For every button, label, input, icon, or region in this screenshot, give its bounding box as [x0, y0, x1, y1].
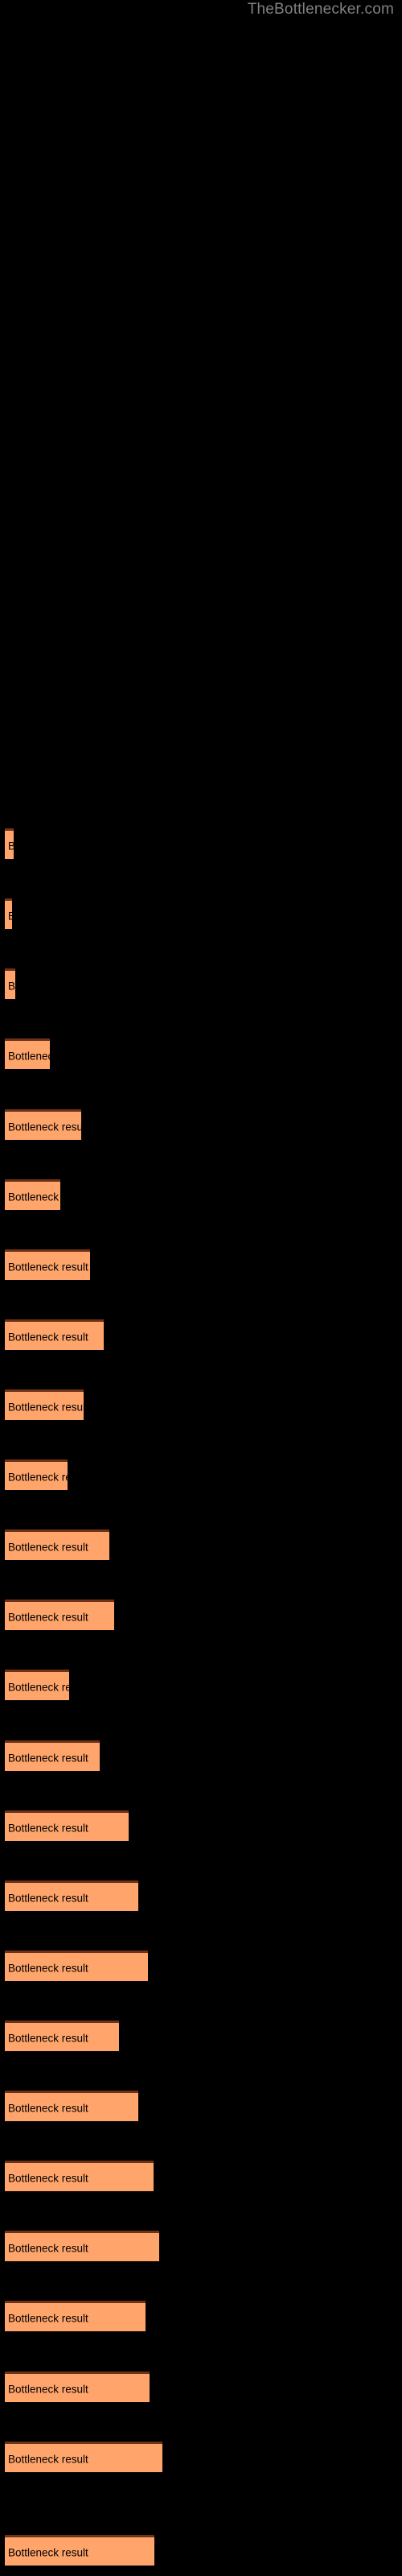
- bar[interactable]: Bottleneck result: [5, 2372, 150, 2402]
- bar[interactable]: Bottleneck result: [5, 1740, 100, 1771]
- bar-label: Bottleneck result: [8, 1752, 88, 1764]
- bar[interactable]: Bottleneck result: [5, 2535, 154, 2566]
- bar[interactable]: Bottleneck result: [5, 1670, 69, 1700]
- bar-label: Bottleneck result: [8, 1962, 88, 1974]
- bar-label: Bottleneck result: [8, 2546, 88, 2558]
- bar[interactable]: Bottleneck result: [5, 1038, 50, 1069]
- bar-label: Bottleneck result: [8, 1611, 88, 1623]
- bar-label: Bottleneck result: [8, 2032, 88, 2044]
- bar-label: Bottleneck result: [8, 1261, 88, 1273]
- bar[interactable]: Bottleneck result: [5, 2301, 146, 2331]
- bar[interactable]: Bottleneck result: [5, 2231, 159, 2261]
- bar-label: Bottleneck result: [8, 2172, 88, 2184]
- chart-root: TheBottlenecker.com Bottleneck resultBot…: [0, 0, 402, 2576]
- bar-label: Bottleneck result: [8, 1822, 88, 1834]
- bar-label: Bottleneck result: [8, 1050, 50, 1062]
- bar-label: Bottleneck result: [8, 1331, 88, 1343]
- bar[interactable]: Bottleneck result: [5, 1319, 104, 1350]
- bar[interactable]: Bottleneck result: [5, 1389, 84, 1420]
- bar[interactable]: Bottleneck result: [5, 1249, 90, 1280]
- bar[interactable]: Bottleneck result: [5, 2021, 119, 2051]
- bar-label: Bottleneck result: [8, 840, 14, 852]
- bar-label: Bottleneck result: [8, 1471, 68, 1483]
- bar-label: Bottleneck result: [8, 1541, 88, 1553]
- bar-label: Bottleneck result: [8, 1121, 81, 1133]
- bar-label: Bottleneck result: [8, 1401, 84, 1413]
- bar[interactable]: Bottleneck result: [5, 898, 12, 929]
- bar-label: Bottleneck result: [8, 2312, 88, 2324]
- bar-label: Bottleneck result: [8, 2383, 88, 2395]
- bar[interactable]: Bottleneck result: [5, 1530, 109, 1560]
- bar-label: Bottleneck result: [8, 1191, 60, 1203]
- bar-label: Bottleneck result: [8, 980, 15, 992]
- bar[interactable]: Bottleneck result: [5, 1179, 60, 1210]
- bar-label: Bottleneck result: [8, 2242, 88, 2254]
- bar[interactable]: Bottleneck result: [5, 1951, 148, 1981]
- bar[interactable]: Bottleneck result: [5, 1600, 114, 1630]
- bar[interactable]: Bottleneck result: [5, 1880, 138, 1911]
- bar-label: Bottleneck result: [8, 910, 12, 922]
- bar[interactable]: Bottleneck result: [5, 1459, 68, 1490]
- bar[interactable]: Bottleneck result: [5, 828, 14, 859]
- bar[interactable]: Bottleneck result: [5, 968, 15, 999]
- bar-label: Bottleneck result: [8, 1892, 88, 1904]
- bar[interactable]: Bottleneck result: [5, 2442, 162, 2472]
- bar-label: Bottleneck result: [8, 1681, 69, 1693]
- bar[interactable]: Bottleneck result: [5, 2161, 154, 2191]
- bar[interactable]: Bottleneck result: [5, 1810, 129, 1841]
- bar-chart-plot-area: Bottleneck result Bottleneck result Bottle…: [0, 0, 402, 2576]
- bar-label: Bottleneck result: [8, 2453, 88, 2465]
- bar-label: Bottleneck result: [8, 2102, 88, 2114]
- bar[interactable]: Bottleneck result: [5, 2091, 138, 2121]
- bar[interactable]: Bottleneck result: [5, 1109, 81, 1140]
